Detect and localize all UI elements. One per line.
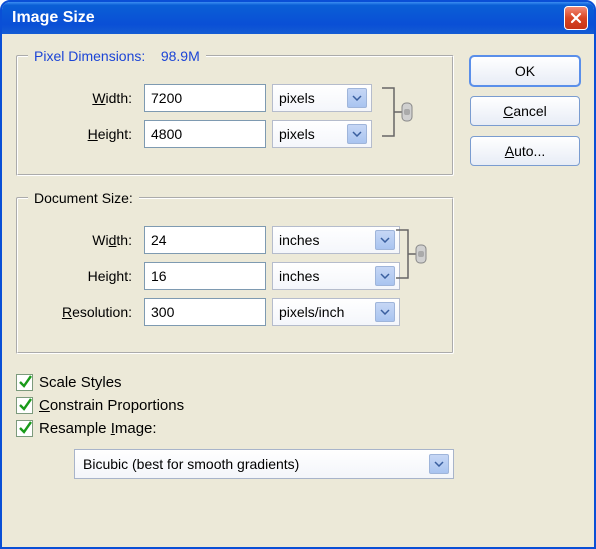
image-size-dialog: Image Size Pixel Dimensions: 98.9M Width…: [0, 0, 596, 549]
px-height-unit-select[interactable]: pixels: [272, 120, 372, 148]
chevron-down-icon: [375, 266, 395, 286]
document-size-group: Document Size: Width: inches H: [16, 190, 454, 354]
px-height-label: Height:: [28, 126, 138, 142]
px-width-unit-select[interactable]: pixels: [272, 84, 372, 112]
px-width-label: Width:: [28, 90, 138, 106]
chevron-down-icon: [375, 230, 395, 250]
resolution-label: Resolution:: [28, 304, 138, 320]
doc-width-input[interactable]: [144, 226, 266, 254]
scale-styles-checkbox[interactable]: Scale Styles: [16, 374, 580, 391]
doc-height-unit-select[interactable]: inches: [272, 262, 400, 290]
document-size-legend: Document Size:: [28, 190, 139, 206]
checkbox-icon: [16, 397, 33, 414]
chevron-down-icon: [375, 302, 395, 322]
pixel-dimensions-legend: Pixel Dimensions: 98.9M: [28, 48, 206, 64]
title-bar: Image Size: [2, 2, 594, 34]
checkbox-icon: [16, 420, 33, 437]
close-button[interactable]: [564, 6, 588, 30]
cancel-button[interactable]: Cancel: [470, 96, 580, 126]
chevron-down-icon: [429, 454, 449, 474]
chevron-down-icon: [347, 124, 367, 144]
pixel-dimensions-group: Pixel Dimensions: 98.9M Width: pixels: [16, 48, 454, 176]
doc-width-unit-select[interactable]: inches: [272, 226, 400, 254]
close-icon: [570, 12, 582, 24]
doc-height-input[interactable]: [144, 262, 266, 290]
px-height-input[interactable]: [144, 120, 266, 148]
doc-height-label: Height:: [28, 268, 138, 284]
doc-width-label: Width:: [28, 232, 138, 248]
chevron-down-icon: [347, 88, 367, 108]
constrain-proportions-checkbox[interactable]: Constrain Proportions: [16, 397, 580, 414]
px-width-input[interactable]: [144, 84, 266, 112]
resolution-unit-select[interactable]: pixels/inch: [272, 298, 400, 326]
resample-method-select[interactable]: Bicubic (best for smooth gradients): [74, 449, 454, 479]
checkbox-icon: [16, 374, 33, 391]
resample-image-checkbox[interactable]: Resample Image:: [16, 420, 580, 437]
auto-button[interactable]: Auto...: [470, 136, 580, 166]
ok-button[interactable]: OK: [470, 56, 580, 86]
resolution-input[interactable]: [144, 298, 266, 326]
dialog-title: Image Size: [12, 9, 95, 27]
